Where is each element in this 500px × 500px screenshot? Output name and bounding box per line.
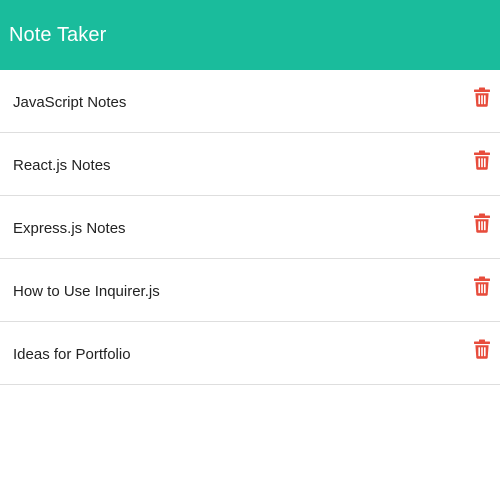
- note-title[interactable]: Ideas for Portfolio: [13, 344, 131, 363]
- list-item[interactable]: Express.js Notes: [0, 196, 500, 259]
- trash-icon[interactable]: [473, 213, 491, 233]
- trash-icon[interactable]: [473, 87, 491, 107]
- list-item[interactable]: JavaScript Notes: [0, 70, 500, 133]
- trash-icon[interactable]: [473, 276, 491, 296]
- trash-icon[interactable]: [473, 150, 491, 170]
- list-item[interactable]: React.js Notes: [0, 133, 500, 196]
- navbar: Note Taker: [0, 0, 500, 70]
- trash-icon[interactable]: [473, 339, 491, 359]
- app-title[interactable]: Note Taker: [9, 24, 106, 47]
- note-title[interactable]: How to Use Inquirer.js: [13, 281, 160, 300]
- note-list: JavaScript Notes React.js Notes Express.…: [0, 70, 500, 385]
- list-item[interactable]: Ideas for Portfolio: [0, 322, 500, 385]
- list-item[interactable]: How to Use Inquirer.js: [0, 259, 500, 322]
- app: Note Taker JavaScript Notes React.js Not…: [0, 0, 500, 500]
- note-title[interactable]: React.js Notes: [13, 155, 111, 174]
- note-title[interactable]: JavaScript Notes: [13, 92, 126, 111]
- note-title[interactable]: Express.js Notes: [13, 218, 126, 237]
